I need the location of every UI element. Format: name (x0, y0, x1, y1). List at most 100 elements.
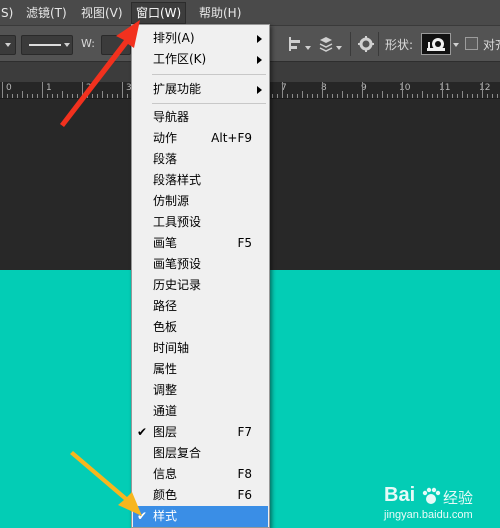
ruler-tick (2, 82, 3, 98)
menu-item-tool-presets[interactable]: 工具预设 (133, 212, 268, 233)
ruler-tick (367, 94, 368, 98)
ruler-tick (82, 82, 83, 98)
submenu-arrow-icon (257, 56, 262, 64)
menu-item-brush[interactable]: 画笔 F5 (133, 233, 268, 254)
ruler-tick (312, 94, 313, 98)
ruler-tick (342, 91, 343, 98)
ruler-tick (382, 91, 383, 98)
ruler-tick (337, 94, 338, 98)
window-menu-dropdown: 排列(A) 工作区(K) 扩展功能 导航器 动作 Alt+F9 段落 段落样式 … (131, 24, 270, 528)
menu-item-actions[interactable]: 动作 Alt+F9 (133, 128, 268, 149)
ruler-tick (422, 91, 423, 98)
menu-item-clone-source[interactable]: 仿制源 (133, 191, 268, 212)
menu-view[interactable]: 视图(V) (77, 4, 127, 22)
width-label: W: (81, 37, 95, 50)
ruler-tick (27, 94, 28, 98)
ruler-tick (32, 94, 33, 98)
menu-item-paragraph[interactable]: 段落 (133, 149, 268, 170)
ruler-tick (402, 82, 403, 98)
ruler-tick (427, 94, 428, 98)
menu-item-adjustments[interactable]: 调整 (133, 380, 268, 401)
menu-item-timeline[interactable]: 时间轴 (133, 338, 268, 359)
ruler-label: 11 (439, 83, 451, 93)
ruler-tick (407, 94, 408, 98)
menu-item-properties[interactable]: 属性 (133, 359, 268, 380)
menu-separator (152, 103, 266, 104)
menu-item-arrange[interactable]: 排列(A) (133, 28, 268, 49)
menu-filter[interactable]: 滤镜(T) (22, 4, 71, 22)
menu-item-channels[interactable]: 通道 (133, 401, 268, 422)
ruler-tick (372, 94, 373, 98)
ruler-tick (122, 82, 123, 98)
menu-item-brush-presets[interactable]: 画笔预设 (133, 254, 268, 275)
stroke-type-dropdown[interactable] (21, 35, 73, 55)
ruler-tick (292, 94, 293, 98)
ruler-tick (387, 94, 388, 98)
ruler-tick (112, 94, 113, 98)
ruler-tick (77, 94, 78, 98)
ruler-tick (107, 94, 108, 98)
ruler-tick (277, 94, 278, 98)
width-input[interactable] (101, 35, 131, 55)
menu-item-layer-comps[interactable]: 图层复合 (133, 443, 268, 464)
ruler-tick (377, 94, 378, 98)
menu-select[interactable]: S) (0, 4, 17, 22)
ruler-tick (462, 91, 463, 98)
ruler-tick (22, 91, 23, 98)
ruler-tick (42, 82, 43, 98)
ruler-label: 0 (6, 83, 12, 93)
menu-item-styles[interactable]: ✔ 样式 (133, 506, 268, 527)
menu-item-swatches[interactable]: 色板 (133, 317, 268, 338)
chevron-down-icon (453, 43, 459, 47)
ruler-tick (127, 94, 128, 98)
ruler-tick (482, 82, 483, 98)
menu-item-layers[interactable]: ✔ 图层 F7 (133, 422, 268, 443)
checkmark-icon: ✔ (137, 425, 148, 439)
ruler-tick (52, 94, 53, 98)
menu-window[interactable]: 窗口(W) (131, 2, 187, 24)
menu-item-history[interactable]: 历史记录 (133, 275, 268, 296)
ruler-tick (92, 94, 93, 98)
ruler-label: 1 (46, 83, 52, 93)
ruler-label: 2 (86, 83, 92, 93)
gear-icon[interactable] (357, 35, 375, 53)
ruler-tick (437, 94, 438, 98)
path-alignment-icon[interactable] (286, 35, 304, 53)
chevron-down-icon (5, 43, 11, 47)
ruler-tick (57, 94, 58, 98)
menu-item-extensions[interactable]: 扩展功能 (133, 79, 268, 100)
menu-item-workspace[interactable]: 工作区(K) (133, 49, 268, 70)
ruler-tick (332, 94, 333, 98)
stroke-width-dropdown[interactable] (0, 35, 16, 55)
align-edges-checkbox[interactable] (465, 37, 478, 50)
ruler-tick (7, 94, 8, 98)
watermark-brand: Bai (384, 484, 416, 506)
ruler-tick (352, 94, 353, 98)
ruler-tick (47, 94, 48, 98)
submenu-arrow-icon (257, 86, 262, 94)
menu-separator (152, 74, 266, 75)
checkmark-icon: ✔ (137, 509, 148, 523)
ruler-tick (302, 91, 303, 98)
menu-item-paragraph-styles[interactable]: 段落样式 (133, 170, 268, 191)
ruler-tick (37, 94, 38, 98)
shape-picker[interactable] (421, 33, 451, 55)
menu-item-navigator[interactable]: 导航器 (133, 107, 268, 128)
shape-label: 形状: (385, 38, 414, 52)
ruler-tick (487, 94, 488, 98)
ruler-tick (317, 94, 318, 98)
ruler-tick (417, 94, 418, 98)
watermark-url: jingyan.baidu.com (384, 509, 473, 521)
ruler-label: 10 (399, 83, 411, 93)
menu-item-color[interactable]: 颜色 F6 (133, 485, 268, 506)
menu-help[interactable]: 帮助(H) (195, 4, 245, 22)
paw-logo-icon (422, 487, 441, 504)
ruler-tick (272, 94, 273, 98)
ruler-tick (62, 91, 63, 98)
ruler-tick (117, 94, 118, 98)
chevron-down-icon (336, 46, 342, 50)
menu-item-info[interactable]: 信息 F8 (133, 464, 268, 485)
path-arrangement-icon[interactable] (317, 35, 335, 53)
menu-item-paths[interactable]: 路径 (133, 296, 268, 317)
ruler-tick (97, 94, 98, 98)
